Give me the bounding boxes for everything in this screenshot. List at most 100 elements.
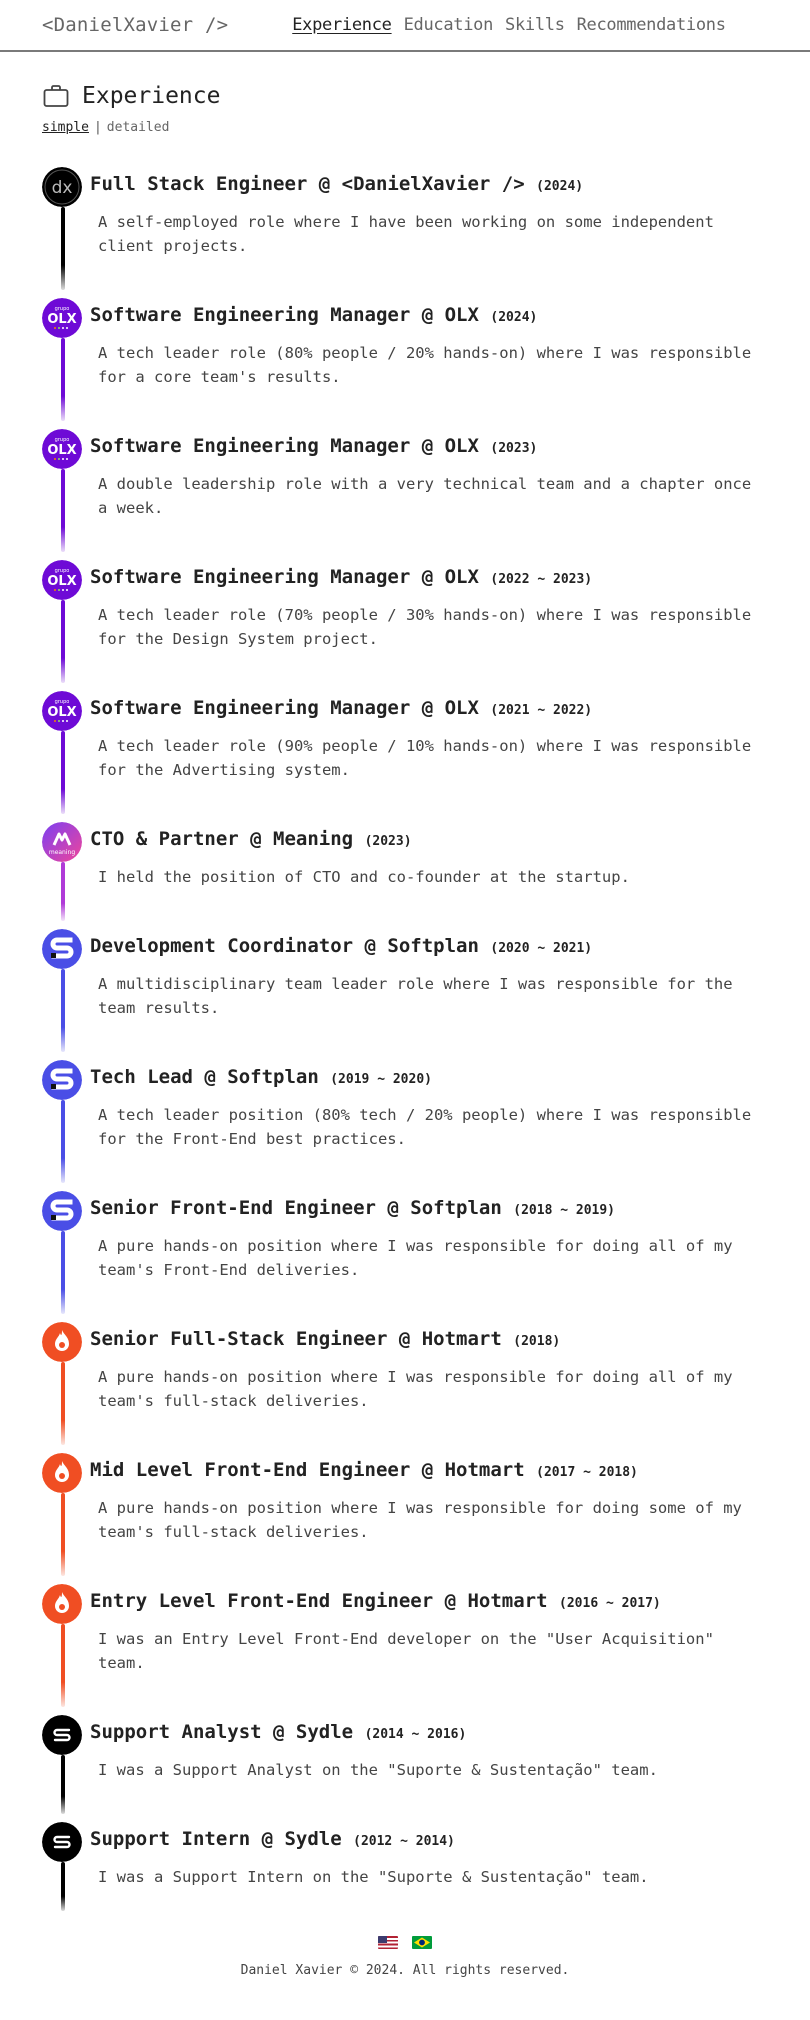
role-title: Tech Lead @ Softplan (2019 ~ 2020) <box>90 1060 768 1093</box>
company-logo-olx-icon: grupo OLX <box>42 298 82 338</box>
language-switcher <box>0 1936 810 1949</box>
svg-text:OLX: OLX <box>47 443 76 458</box>
role-description: A pure hands-on position where I was res… <box>98 1237 733 1279</box>
role-period: (2023) <box>490 441 538 456</box>
role-title: Software Engineering Manager @ OLX (2024… <box>90 298 768 331</box>
role-title: Entry Level Front-End Engineer @ Hotmart… <box>90 1584 768 1617</box>
role-name: Tech Lead @ Softplan <box>90 1066 319 1088</box>
role-title: Mid Level Front-End Engineer @ Hotmart (… <box>90 1453 768 1486</box>
role-title: CTO & Partner @ Meaning (2023) <box>90 822 768 855</box>
role-period: (2016 ~ 2017) <box>559 1596 661 1611</box>
us-flag-icon[interactable] <box>378 1936 398 1949</box>
experience-item: grupo OLX Software Engineering Manager @ O… <box>42 560 768 691</box>
role-title: Software Engineering Manager @ OLX (2021… <box>90 691 768 724</box>
company-logo-meaning-icon: meaning <box>42 822 82 862</box>
svg-text:dx: dx <box>52 178 73 198</box>
experience-item: grupo OLX Software Engineering Manager @ O… <box>42 429 768 560</box>
role-title: Full Stack Engineer @ <DanielXavier /> (… <box>90 167 768 200</box>
role-name: CTO & Partner @ Meaning <box>90 828 354 850</box>
top-navbar: <DanielXavier /> Experience Education Sk… <box>0 0 810 52</box>
experience-section-header: Experience simple | detailed <box>0 52 810 135</box>
section-title-row: Experience <box>42 82 768 110</box>
copyright-text: Daniel Xavier © 2024. All rights reserve… <box>240 1963 570 1978</box>
experience-item: grupo OLX Software Engineering Manager @ O… <box>42 298 768 429</box>
nav-link-recommendations[interactable]: Recommendations <box>577 15 726 35</box>
role-description: A pure hands-on position where I was res… <box>98 1368 733 1410</box>
role-description: I held the position of CTO and co-founde… <box>98 868 630 886</box>
timeline-connector <box>61 1231 65 1314</box>
timeline-connector <box>61 731 65 814</box>
role-description: A pure hands-on position where I was res… <box>98 1499 742 1541</box>
page-footer: Daniel Xavier © 2024. All rights reserve… <box>0 1936 810 1978</box>
role-period: (2012 ~ 2014) <box>353 1834 455 1849</box>
experience-item: meaning CTO & Partner @ Meaning (2023) I h… <box>42 822 768 929</box>
role-description: A double leadership role with a very tec… <box>98 475 752 517</box>
role-description: A multidisciplinary team leader role whe… <box>98 975 733 1017</box>
mode-simple-link[interactable]: simple <box>42 120 89 135</box>
role-period: (2024) <box>490 310 538 325</box>
timeline-connector <box>61 1493 65 1576</box>
svg-text:OLX: OLX <box>47 312 76 327</box>
timeline-connector <box>61 207 65 290</box>
mode-detailed-link[interactable]: detailed <box>107 120 170 135</box>
timeline-connector <box>61 600 65 683</box>
role-name: Development Coordinator @ Softplan <box>90 935 479 957</box>
company-logo-olx-icon: grupo OLX <box>42 429 82 469</box>
role-description: I was a Support Intern on the "Suporte &… <box>98 1868 649 1886</box>
experience-item: Senior Front-End Engineer @ Softplan (20… <box>42 1191 768 1322</box>
timeline-connector <box>61 1362 65 1445</box>
role-title: Support Analyst @ Sydle (2014 ~ 2016) <box>90 1715 768 1748</box>
timeline-connector <box>61 969 65 1052</box>
role-description: A self-employed role where I have been w… <box>98 213 714 255</box>
role-period: (2017 ~ 2018) <box>536 1465 638 1480</box>
role-description: A tech leader position (80% tech / 20% p… <box>98 1106 752 1148</box>
section-title: Experience <box>82 83 221 109</box>
nav-link-experience[interactable]: Experience <box>292 15 392 35</box>
role-description: A tech leader role (80% people / 20% han… <box>98 344 752 386</box>
timeline-connector <box>61 1755 65 1814</box>
role-name: Support Analyst @ Sydle <box>90 1721 354 1743</box>
main-nav: Experience Education Skills Recommendati… <box>292 15 726 35</box>
svg-text:meaning: meaning <box>49 849 75 856</box>
role-title: Senior Full-Stack Engineer @ Hotmart (20… <box>90 1322 768 1355</box>
experience-item: Mid Level Front-End Engineer @ Hotmart (… <box>42 1453 768 1584</box>
company-logo-dx-icon: dx <box>42 167 82 207</box>
company-logo-olx-icon: grupo OLX <box>42 691 82 731</box>
briefcase-icon <box>43 85 69 107</box>
role-title: Software Engineering Manager @ OLX (2022… <box>90 560 768 593</box>
experience-item: grupo OLX Software Engineering Manager @ O… <box>42 691 768 822</box>
role-name: Software Engineering Manager @ OLX <box>90 697 479 719</box>
role-name: Mid Level Front-End Engineer @ Hotmart <box>90 1459 525 1481</box>
experience-item: Entry Level Front-End Engineer @ Hotmart… <box>42 1584 768 1715</box>
role-description: A tech leader role (90% people / 10% han… <box>98 737 752 779</box>
role-name: Support Intern @ Sydle <box>90 1828 342 1850</box>
company-logo-hotmart-icon <box>42 1584 82 1624</box>
experience-item: Support Analyst @ Sydle (2014 ~ 2016) I w… <box>42 1715 768 1822</box>
role-period: (2022 ~ 2023) <box>490 572 593 587</box>
role-period: (2019 ~ 2020) <box>330 1072 432 1087</box>
nav-link-education[interactable]: Education <box>404 15 494 35</box>
company-logo-sydle-icon <box>42 1715 82 1755</box>
role-name: Software Engineering Manager @ OLX <box>90 566 479 588</box>
role-name: Entry Level Front-End Engineer @ Hotmart <box>90 1590 548 1612</box>
brand-logo[interactable]: <DanielXavier /> <box>42 14 228 36</box>
view-mode-toggle: simple | detailed <box>42 120 768 135</box>
role-period: (2014 ~ 2016) <box>364 1727 467 1742</box>
company-logo-softplan-icon <box>42 1191 82 1231</box>
svg-text:OLX: OLX <box>47 705 76 720</box>
role-title: Software Engineering Manager @ OLX (2023… <box>90 429 768 462</box>
br-flag-icon[interactable] <box>412 1936 432 1949</box>
experience-timeline: dx Full Stack Engineer @ <DanielXavier />… <box>0 135 810 1919</box>
svg-text:OLX: OLX <box>47 574 76 589</box>
timeline-connector <box>61 1624 65 1707</box>
role-period: (2020 ~ 2021) <box>490 941 593 956</box>
company-logo-hotmart-icon <box>42 1322 82 1362</box>
nav-link-skills[interactable]: Skills <box>505 15 565 35</box>
company-logo-softplan-icon <box>42 1060 82 1100</box>
role-description: A tech leader role (70% people / 30% han… <box>98 606 752 648</box>
timeline-connector <box>61 338 65 421</box>
role-title: Senior Front-End Engineer @ Softplan (20… <box>90 1191 768 1224</box>
role-period: (2023) <box>364 834 412 849</box>
timeline-connector <box>61 1100 65 1183</box>
role-name: Full Stack Engineer @ <DanielXavier /> <box>90 173 525 195</box>
